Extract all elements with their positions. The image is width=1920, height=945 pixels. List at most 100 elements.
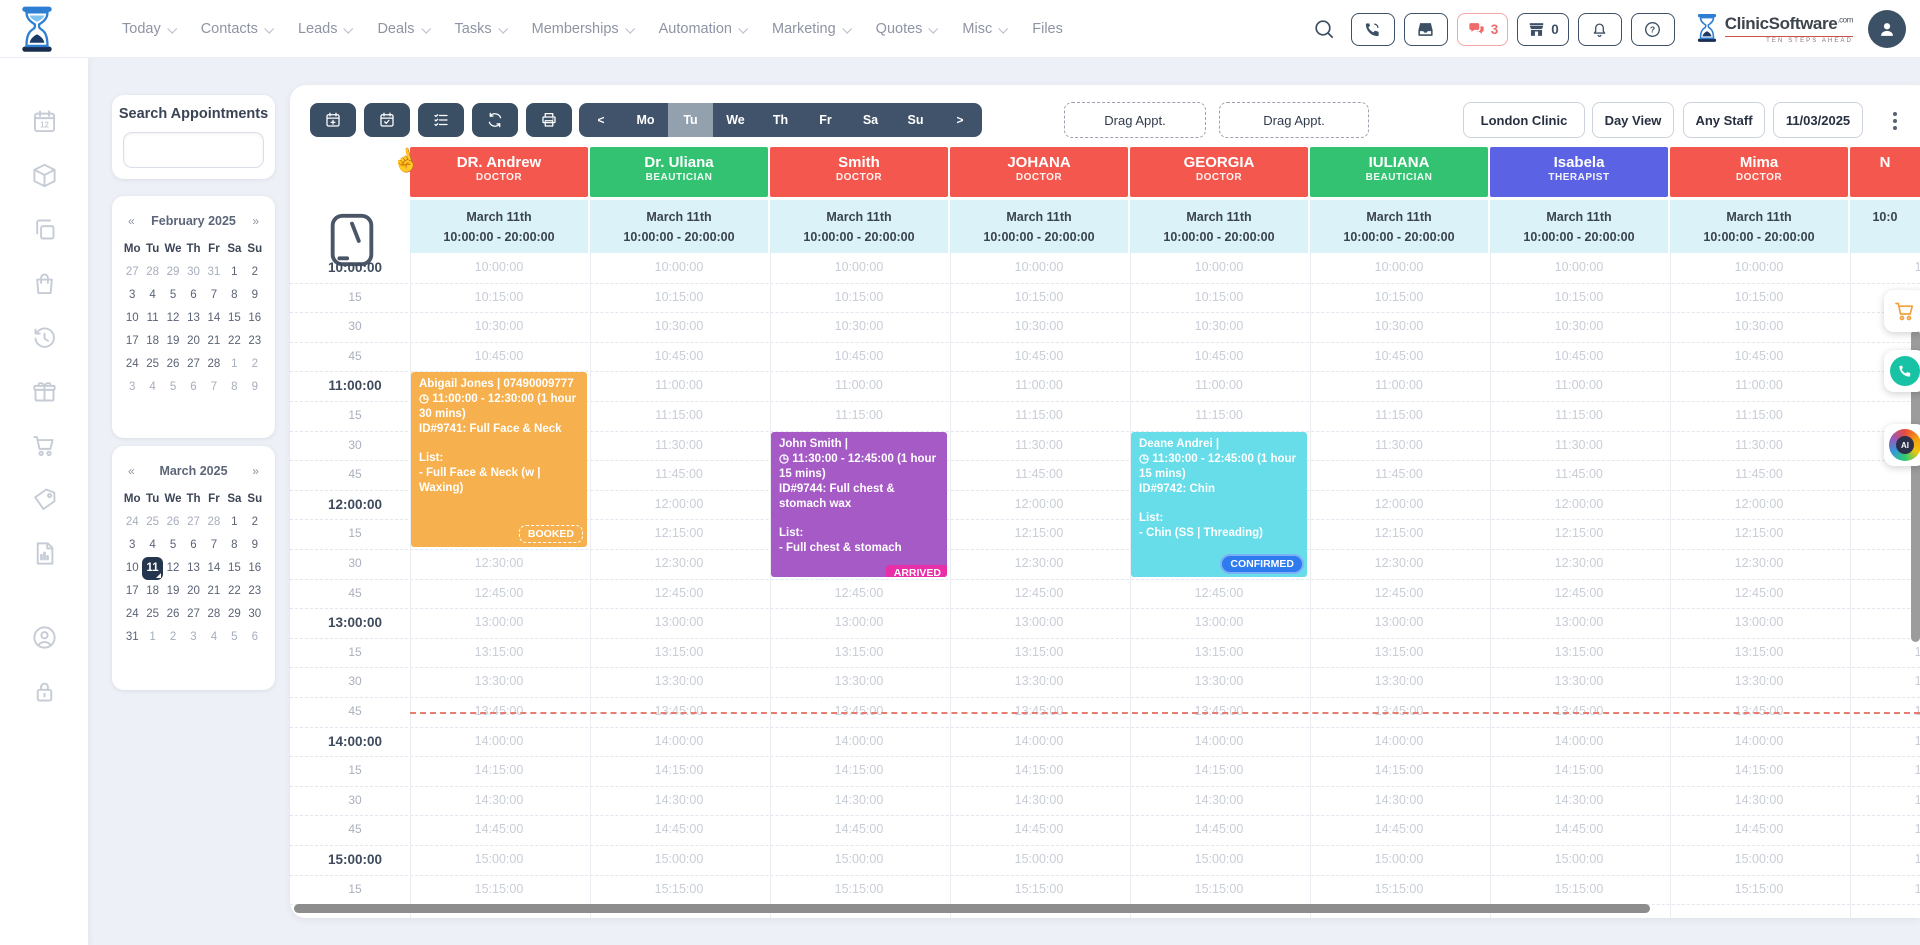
time-slot[interactable]: 12:45:00	[410, 579, 588, 609]
time-slot[interactable]: 11:30:00	[1310, 431, 1488, 461]
time-slot[interactable]: 15:15:00	[1850, 875, 1920, 905]
time-slot[interactable]: 12:45:00	[1310, 579, 1488, 609]
time-slot[interactable]: 12:45:00	[1130, 579, 1308, 609]
time-slot[interactable]: 14:15:00	[1670, 756, 1848, 786]
time-slot[interactable]: 11:15:00	[950, 401, 1128, 431]
day-tab-tu[interactable]: Tu	[668, 103, 713, 137]
staff-select[interactable]: Any Staff	[1683, 102, 1765, 138]
time-slot[interactable]: 13:30:00	[410, 667, 588, 697]
time-slot[interactable]: 10:00:00	[770, 253, 948, 283]
calendar-day[interactable]: 10	[122, 557, 142, 580]
calendar-day[interactable]: 5	[224, 626, 244, 649]
refresh-button[interactable]	[472, 103, 518, 137]
time-slot[interactable]: 14:00:00	[1490, 727, 1668, 757]
calendar-day[interactable]: 25	[142, 353, 162, 376]
time-slot[interactable]: 15:00:00	[1850, 845, 1920, 875]
time-slot[interactable]: 15:00:00	[950, 845, 1128, 875]
time-slot[interactable]: 15:15:00	[1670, 875, 1848, 905]
view-select[interactable]: Day View	[1592, 102, 1674, 138]
time-slot[interactable]: 12:00:00	[950, 490, 1128, 520]
time-slot[interactable]: 13:00:00	[770, 608, 948, 638]
time-slot[interactable]: 13:00:00	[1670, 608, 1848, 638]
cart-fab-button[interactable]	[1884, 290, 1920, 332]
calendar-day[interactable]: 3	[122, 284, 142, 307]
time-slot[interactable]: 11:30:00	[590, 431, 768, 461]
time-slot[interactable]: 13:15:00	[590, 638, 768, 668]
calendar-day[interactable]: 8	[224, 534, 244, 557]
calendar-day[interactable]: 24	[122, 353, 142, 376]
time-slot[interactable]: 10:15:00	[410, 283, 588, 313]
time-slot[interactable]: 11:00:00	[590, 371, 768, 401]
time-slot[interactable]: 11:30:00	[1670, 431, 1848, 461]
time-slot[interactable]: 11:15:00	[1670, 401, 1848, 431]
drag-appt-button-1[interactable]: Drag Appt.	[1064, 102, 1206, 138]
time-slot[interactable]: 14:00:00	[410, 727, 588, 757]
time-slot[interactable]: 12:45:00	[1850, 579, 1920, 609]
calendar-day[interactable]: 28	[204, 511, 224, 534]
time-slot[interactable]: 13:15:00	[770, 638, 948, 668]
help-button[interactable]: ?	[1631, 13, 1675, 46]
day-tab-sa[interactable]: Sa	[848, 103, 893, 137]
time-slot[interactable]: 15:00:00	[1310, 845, 1488, 875]
time-slot[interactable]: 12:00:00	[590, 490, 768, 520]
time-slot[interactable]: 13:00:00	[1490, 608, 1668, 638]
calendar-day[interactable]: 1	[142, 626, 162, 649]
time-slot[interactable]: 10:15:00	[1130, 283, 1308, 313]
time-slot[interactable]: 13:15:00	[1850, 638, 1920, 668]
calendar-day[interactable]: 4	[142, 284, 162, 307]
calendar-day[interactable]: 19	[163, 330, 183, 353]
staff-header[interactable]: DR. AndrewDOCTOR	[410, 147, 588, 197]
chat-button[interactable]: 3	[1457, 13, 1509, 46]
calendar-day[interactable]: 14	[204, 307, 224, 330]
time-slot[interactable]: 12:00:00	[1490, 490, 1668, 520]
more-options-button[interactable]	[1886, 107, 1904, 135]
time-slot[interactable]: 12:15:00	[1850, 519, 1920, 549]
calendar-day[interactable]: 2	[163, 626, 183, 649]
calendar-prev-button[interactable]: «	[128, 464, 135, 478]
time-slot[interactable]: 11:45:00	[1310, 460, 1488, 490]
calendar-day[interactable]: 8	[224, 284, 244, 307]
time-slot[interactable]: 11:15:00	[1490, 401, 1668, 431]
time-slot[interactable]: 14:30:00	[590, 786, 768, 816]
calendar-day[interactable]: 17	[122, 330, 142, 353]
nav-item-files[interactable]: Files	[1032, 21, 1063, 37]
time-slot[interactable]: 10:15:00	[770, 283, 948, 313]
time-slot[interactable]: 11:00:00	[1490, 371, 1668, 401]
calendar-day[interactable]: 26	[163, 603, 183, 626]
time-slot[interactable]: 12:45:00	[1490, 579, 1668, 609]
time-slot[interactable]: 12:15:00	[1490, 519, 1668, 549]
time-slot[interactable]: 10:45:00	[590, 342, 768, 372]
time-slot[interactable]: 14:00:00	[1850, 727, 1920, 757]
calendar-day[interactable]: 20	[183, 330, 203, 353]
time-slot[interactable]: 12:00:00	[1310, 490, 1488, 520]
time-slot[interactable]: 14:45:00	[1130, 815, 1308, 845]
time-slot[interactable]: 14:45:00	[410, 815, 588, 845]
sidebar-item-cube[interactable]	[31, 162, 58, 189]
calendar-next-button[interactable]: »	[252, 214, 259, 228]
time-slot[interactable]: 14:30:00	[1850, 786, 1920, 816]
time-slot[interactable]: 13:30:00	[1850, 667, 1920, 697]
calendar-day[interactable]: 22	[224, 330, 244, 353]
inbox-button[interactable]	[1404, 13, 1448, 46]
time-slot[interactable]: 11:00:00	[770, 371, 948, 401]
calendar-prev-button[interactable]: «	[128, 214, 135, 228]
appointment-card[interactable]: Deane Andrei |◷ 11:30:00 - 12:45:00 (1 h…	[1131, 432, 1307, 577]
time-slot[interactable]: 12:15:00	[1670, 519, 1848, 549]
time-slot[interactable]: 14:00:00	[950, 727, 1128, 757]
calendar-day[interactable]: 26	[163, 353, 183, 376]
time-slot[interactable]: 10:15:00	[950, 283, 1128, 313]
time-slot[interactable]: 12:45:00	[1670, 579, 1848, 609]
time-slot[interactable]: 14:15:00	[1130, 756, 1308, 786]
nav-item-automation[interactable]: Automation	[659, 21, 746, 37]
date-input[interactable]: 11/03/2025	[1773, 102, 1863, 138]
app-logo-hourglass-icon[interactable]	[16, 5, 58, 53]
horizontal-scrollbar[interactable]	[294, 904, 1650, 913]
calendar-day[interactable]: 6	[183, 284, 203, 307]
time-slot[interactable]: 15:00:00	[1130, 845, 1308, 875]
calendar-day[interactable]: 7	[204, 534, 224, 557]
time-slot[interactable]: 10:15:00	[1490, 283, 1668, 313]
calendar-day[interactable]: 25	[142, 511, 162, 534]
calendar-day[interactable]: 1	[224, 261, 244, 284]
calendar-day[interactable]: 16	[245, 557, 265, 580]
calendar-day[interactable]: 31	[122, 626, 142, 649]
